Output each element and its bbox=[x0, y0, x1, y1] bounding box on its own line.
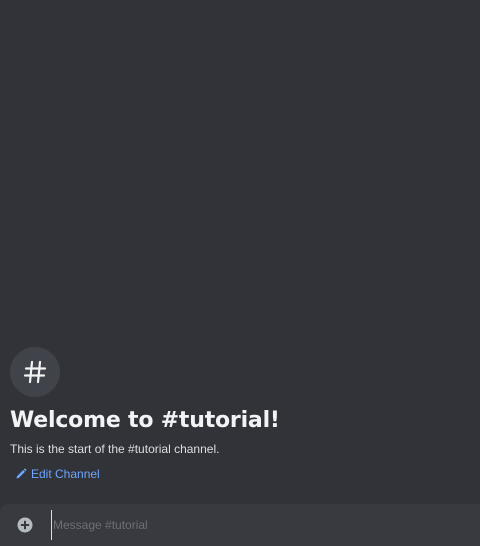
channel-welcome: Welcome to #tutorial! This is the start … bbox=[10, 347, 470, 484]
plus-circle-icon bbox=[17, 517, 33, 533]
hashtag-icon bbox=[23, 360, 47, 384]
channel-view: Welcome to #tutorial! This is the start … bbox=[0, 0, 480, 546]
attach-button[interactable] bbox=[5, 504, 45, 546]
message-composer bbox=[0, 504, 480, 546]
welcome-title: Welcome to #tutorial! bbox=[10, 408, 280, 433]
welcome-subtitle: This is the start of the #tutorial chann… bbox=[10, 442, 220, 456]
edit-channel-label: Edit Channel bbox=[31, 467, 100, 481]
channel-avatar bbox=[10, 347, 60, 397]
message-input[interactable] bbox=[51, 510, 470, 540]
edit-channel-button[interactable]: Edit Channel bbox=[15, 466, 100, 482]
pencil-icon bbox=[16, 468, 27, 479]
